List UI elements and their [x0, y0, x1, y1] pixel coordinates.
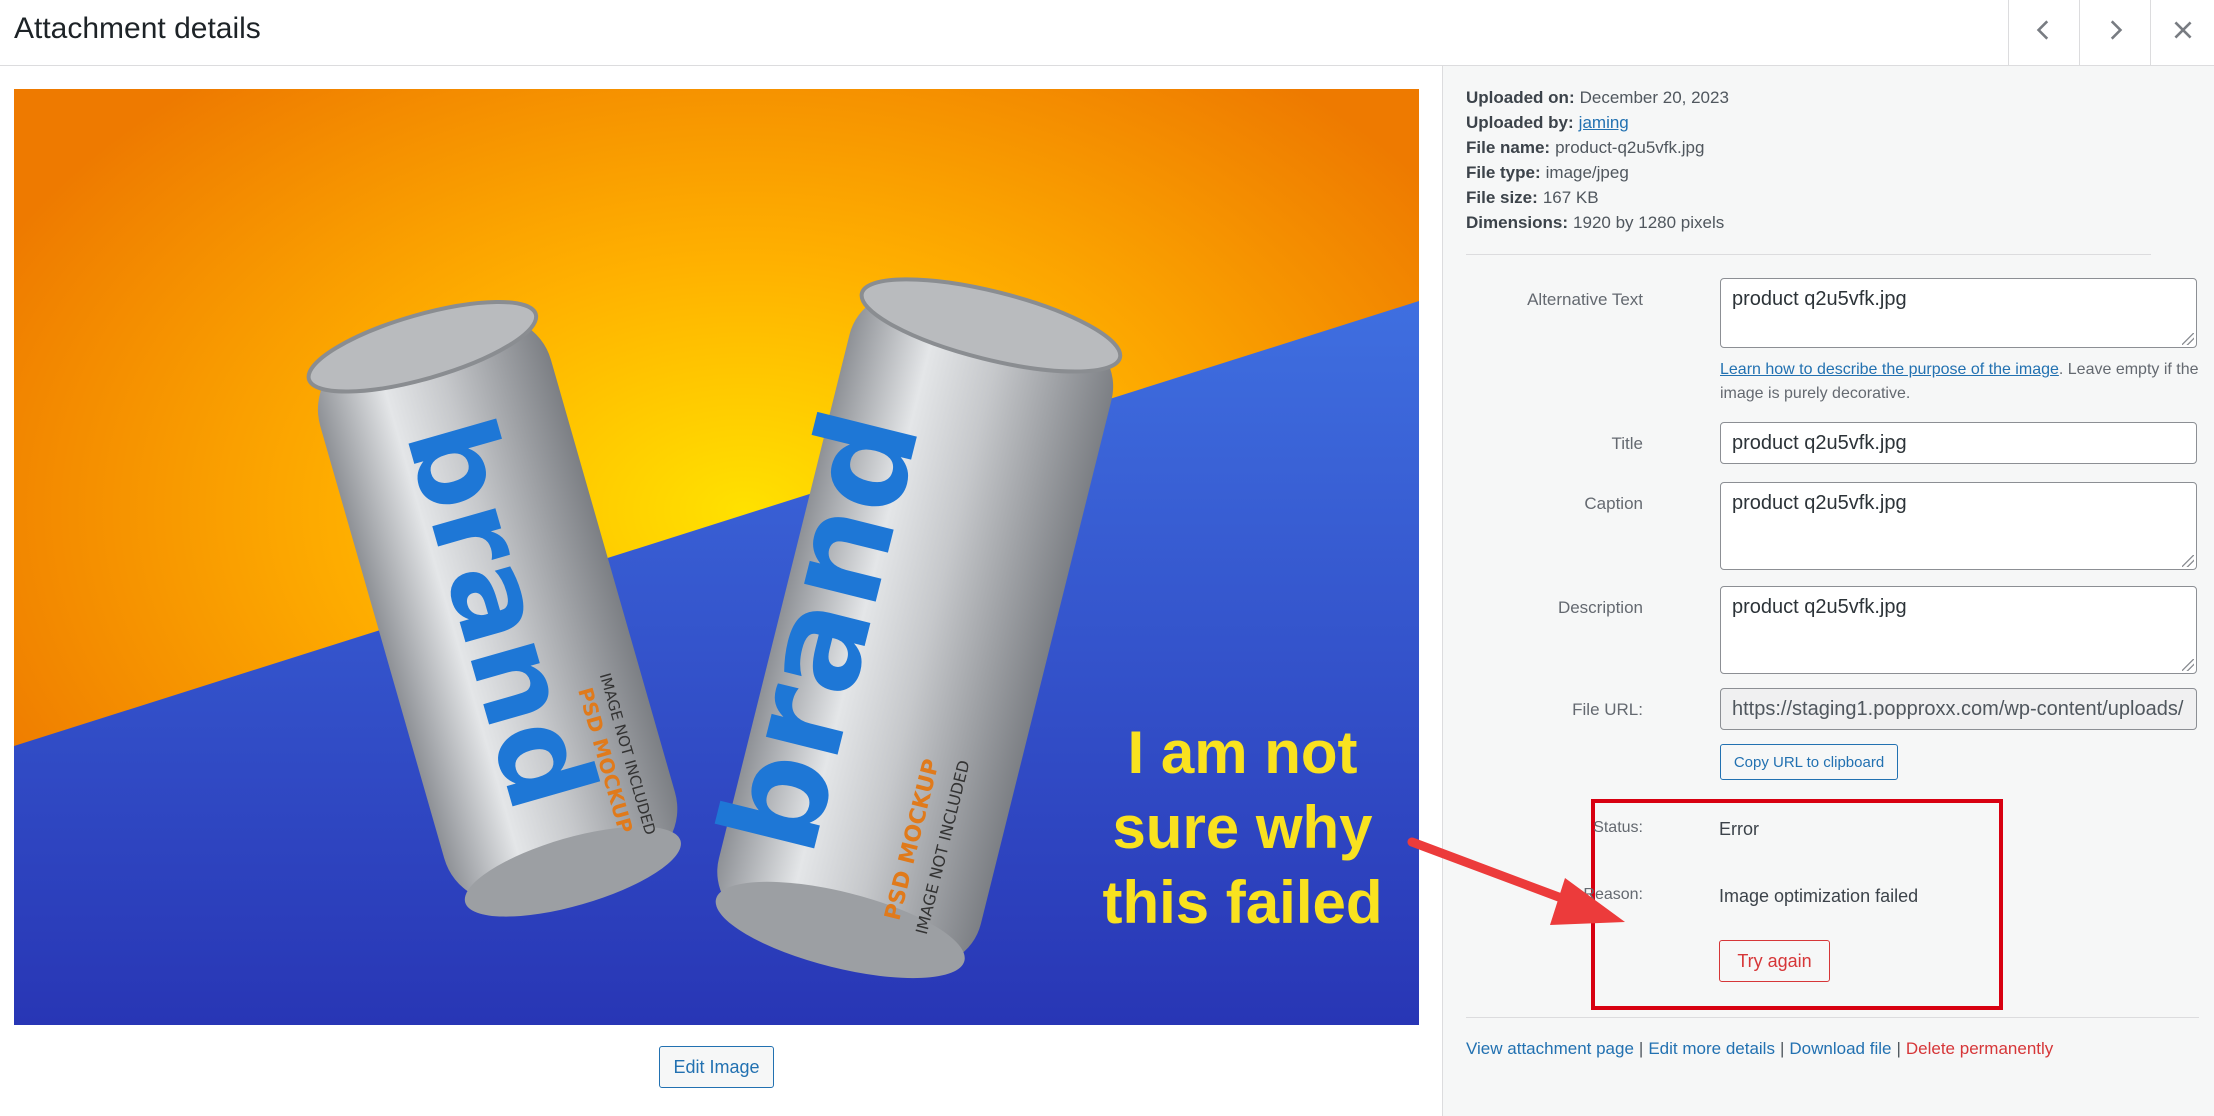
- caption-field[interactable]: product q2u5vfk.jpg: [1720, 482, 2197, 570]
- file-name-value: product-q2u5vfk.jpg: [1555, 138, 1705, 157]
- copy-url-button[interactable]: Copy URL to clipboard: [1720, 744, 1898, 780]
- attachment-info-sidebar: Uploaded on: December 20, 2023 Uploaded b…: [1442, 66, 2214, 1116]
- uploader-link[interactable]: jaming: [1579, 113, 1629, 132]
- uploaded-on-value: December 20, 2023: [1579, 88, 1729, 107]
- annotation-line: sure why: [1112, 794, 1373, 861]
- dimensions: Dimensions: 1920 by 1280 pixels: [1466, 210, 1729, 235]
- file-type-label: File type:: [1466, 163, 1541, 182]
- file-size-value: 167 KB: [1542, 188, 1599, 207]
- alt-help-link[interactable]: Learn how to describe the purpose of the…: [1720, 361, 2059, 378]
- separator: |: [1779, 1039, 1785, 1058]
- file-name-label: File name:: [1466, 138, 1551, 157]
- download-file-link[interactable]: Download file: [1789, 1039, 1891, 1058]
- uploaded-by-label: Uploaded by:: [1466, 113, 1574, 132]
- next-button[interactable]: [2079, 0, 2149, 65]
- divider: [1466, 254, 2151, 255]
- reason-label: Reason:: [1583, 886, 1643, 903]
- title-field[interactable]: product q2u5vfk.jpg: [1720, 422, 2197, 464]
- title-label: Title: [1611, 434, 1644, 453]
- annotation-line: this failed: [1102, 869, 1383, 936]
- file-type: File type: image/jpeg: [1466, 160, 1729, 185]
- alt-text-field[interactable]: product q2u5vfk.jpg: [1720, 278, 2197, 348]
- try-again-button[interactable]: Try again: [1719, 940, 1830, 982]
- separator: |: [1896, 1039, 1901, 1058]
- edit-image-button[interactable]: Edit Image: [659, 1046, 774, 1088]
- file-url-label: File URL:: [1572, 700, 1643, 719]
- uploaded-on: Uploaded on: December 20, 2023: [1466, 85, 1729, 110]
- separator: |: [1638, 1039, 1644, 1058]
- edit-details-link[interactable]: Edit more details: [1648, 1039, 1775, 1058]
- close-button[interactable]: [2150, 0, 2214, 65]
- attachment-actions: View attachment page | Edit more details | D…: [1466, 1039, 2053, 1059]
- description-field[interactable]: product q2u5vfk.jpg: [1720, 586, 2197, 674]
- delete-permanently-link[interactable]: Delete permanently: [1906, 1039, 2053, 1058]
- uploaded-on-label: Uploaded on:: [1466, 88, 1575, 107]
- description-label: Description: [1557, 598, 1643, 617]
- caption-label: Caption: [1584, 494, 1643, 513]
- dimensions-label: Dimensions:: [1466, 213, 1569, 232]
- modal-title: Attachment details: [14, 12, 261, 45]
- file-name: File name: product-q2u5vfk.jpg: [1466, 135, 1729, 160]
- view-attachment-link[interactable]: View attachment page: [1466, 1039, 1634, 1058]
- status-value: Error: [1719, 819, 1759, 839]
- chevron-right-icon: [2102, 17, 2128, 48]
- status-label: Status:: [1593, 819, 1643, 836]
- divider: [1466, 1017, 2199, 1018]
- annotation-line: I am not: [1127, 719, 1358, 786]
- file-type-value: image/jpeg: [1545, 163, 1629, 182]
- modal-header: Attachment details: [0, 0, 2214, 66]
- file-url-field[interactable]: https://staging1.popproxx.com/wp-content…: [1720, 688, 2197, 730]
- dimensions-value: 1920 by 1280 pixels: [1573, 213, 1725, 232]
- reason-value: Image optimization failed: [1719, 886, 1919, 906]
- annotation-text: I am not sure why this failed: [1080, 715, 1405, 940]
- file-size: File size: 167 KB: [1466, 185, 1729, 210]
- alt-text-label: Alternative Text: [1527, 290, 1643, 309]
- close-icon: [2170, 17, 2196, 48]
- uploaded-by: Uploaded by: jaming: [1466, 110, 1729, 135]
- file-size-label: File size:: [1466, 188, 1538, 207]
- file-details: Uploaded on: December 20, 2023 Uploaded b…: [1466, 85, 1729, 235]
- alt-text-help: Learn how to describe the purpose of the…: [1720, 358, 2200, 406]
- previous-button[interactable]: [2008, 0, 2078, 65]
- chevron-left-icon: [2031, 17, 2057, 48]
